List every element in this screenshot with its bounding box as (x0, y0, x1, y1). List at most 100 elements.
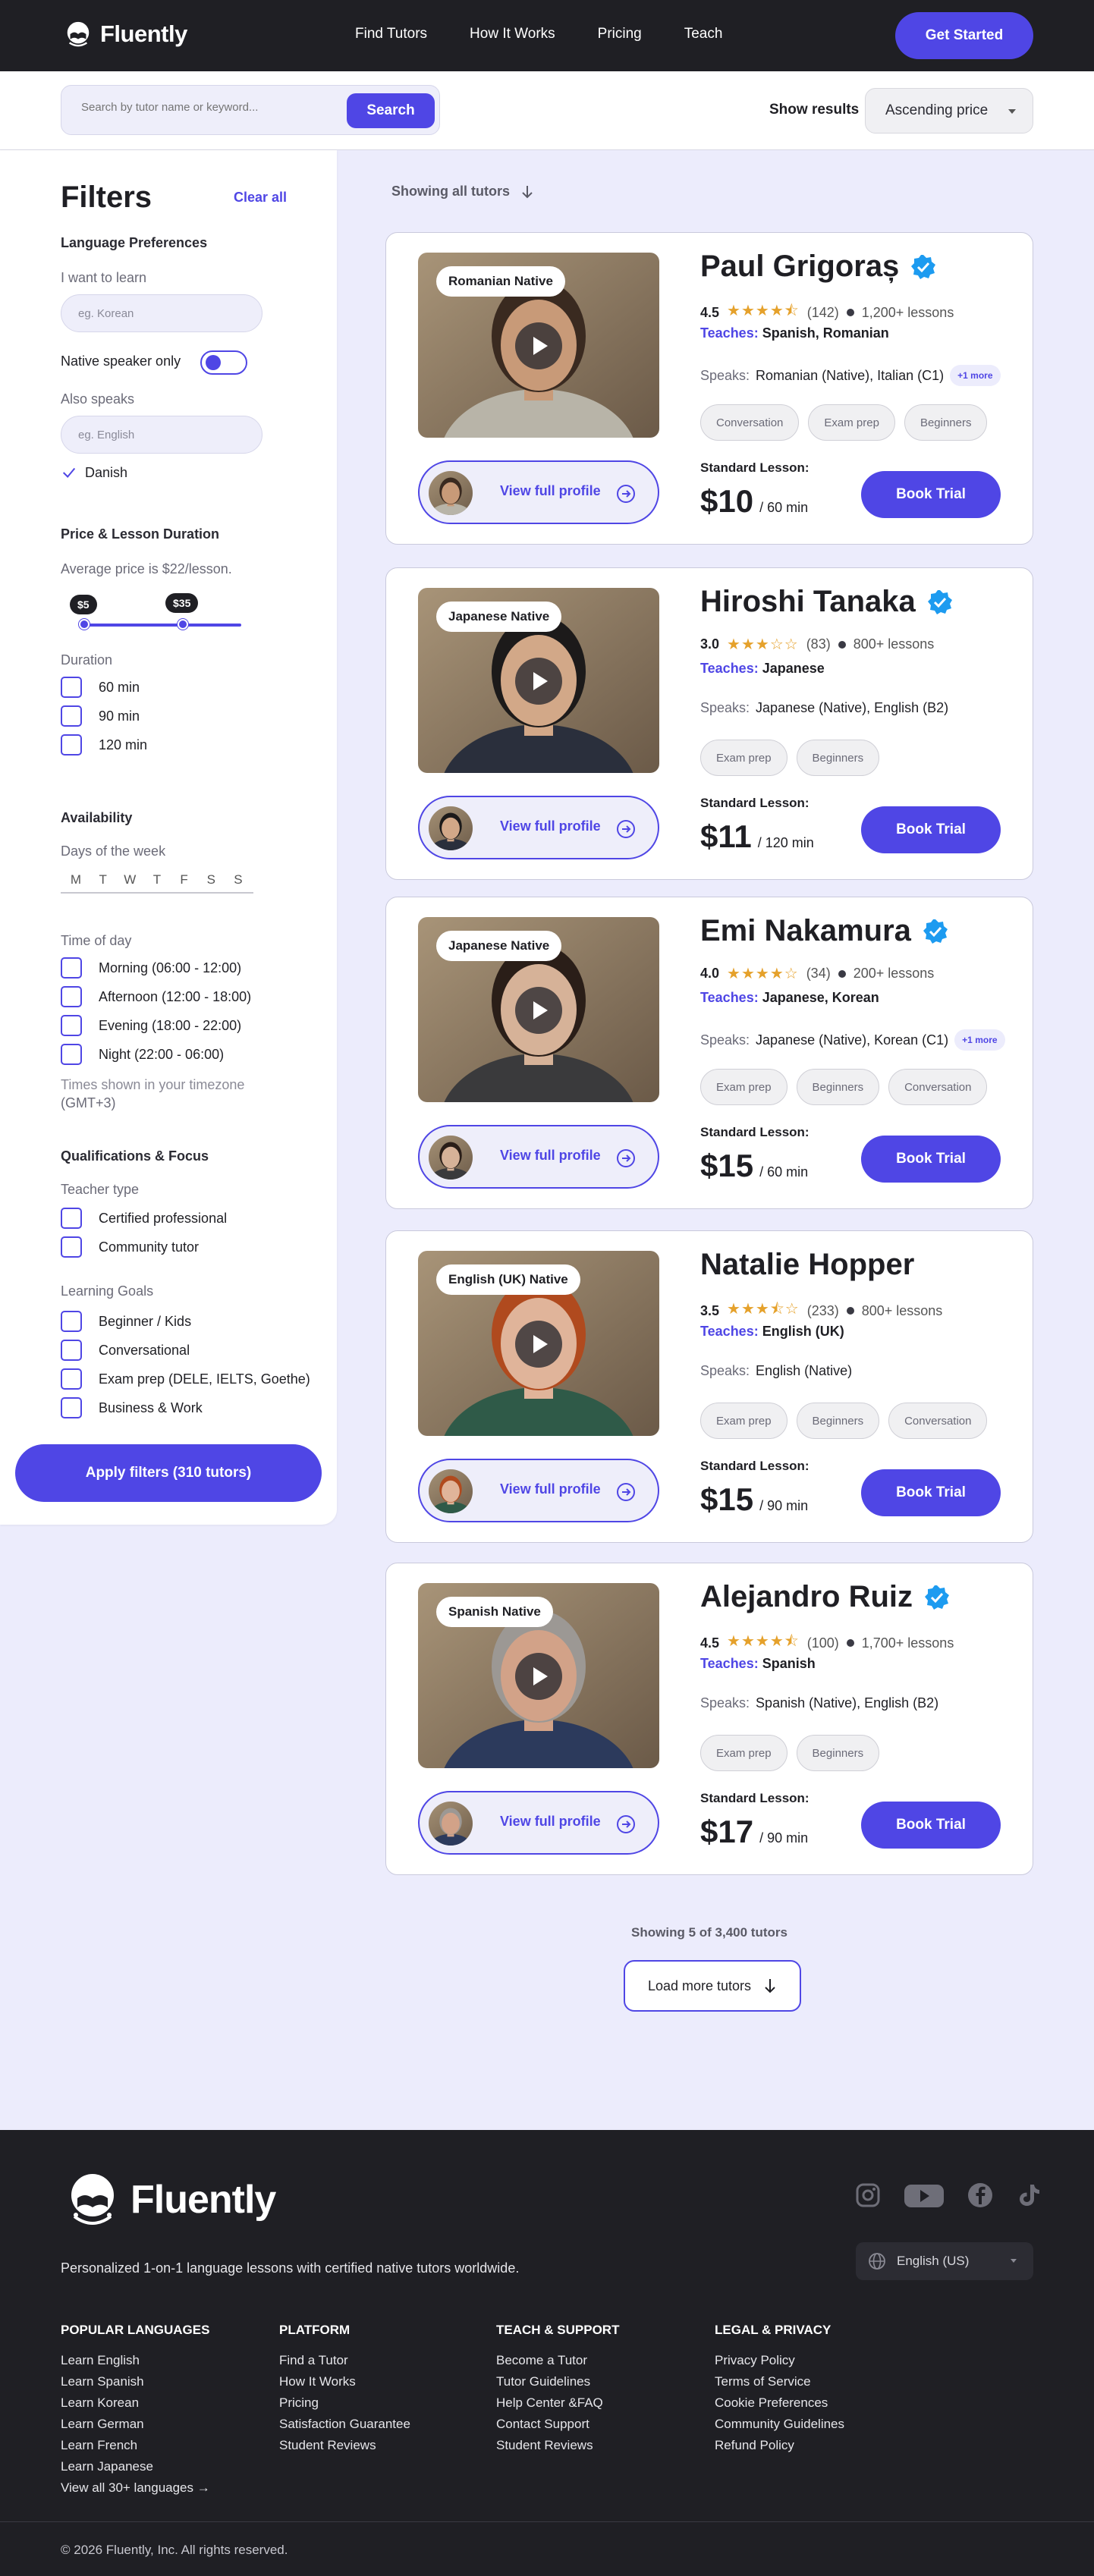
book-trial-button[interactable]: Book Trial (861, 1136, 1001, 1183)
view-profile-button[interactable]: View full profile (418, 1125, 659, 1189)
duration-option[interactable]: 120 min (61, 734, 147, 756)
tutor-name[interactable]: Paul Grigoraș (700, 250, 899, 284)
view-profile-button[interactable]: View full profile (418, 1791, 659, 1855)
footer-link[interactable]: Help Center &FAQ (496, 2395, 619, 2411)
native-only-toggle[interactable] (200, 350, 247, 375)
checkbox[interactable] (61, 677, 82, 698)
day-thu[interactable]: T (148, 872, 166, 892)
footer-link[interactable]: Learn French (61, 2438, 210, 2453)
goal-option[interactable]: Exam prep (DELE, IELTS, Goethe) (61, 1368, 310, 1390)
play-video-button[interactable] (515, 1321, 562, 1368)
book-trial-button[interactable]: Book Trial (861, 1802, 1001, 1849)
footer-link[interactable]: Terms of Service (715, 2374, 844, 2389)
language-picker[interactable]: English (US) (856, 2242, 1033, 2280)
checkbox[interactable] (61, 1340, 82, 1361)
footer-link[interactable]: Become a Tutor (496, 2353, 619, 2368)
more-languages-chip[interactable]: +1 more (950, 365, 1001, 386)
tutor-video-thumbnail[interactable]: English (UK) Native (418, 1251, 659, 1436)
checkbox[interactable] (61, 1015, 82, 1036)
footer-link[interactable]: Privacy Policy (715, 2353, 844, 2368)
footer-link[interactable]: Student Reviews (279, 2438, 410, 2453)
nav-link-teach[interactable]: Teach (684, 26, 723, 42)
footer-link[interactable]: Learn Spanish (61, 2374, 210, 2389)
view-profile-button[interactable]: View full profile (418, 460, 659, 524)
tutor-name[interactable]: Alejandro Ruiz (700, 1580, 913, 1614)
goal-option[interactable]: Beginner / Kids (61, 1311, 191, 1332)
day-tue[interactable]: T (94, 872, 112, 892)
duration-option[interactable]: 90 min (61, 705, 140, 727)
view-profile-button[interactable]: View full profile (418, 1459, 659, 1522)
tutor-name[interactable]: Hiroshi Tanaka (700, 585, 916, 619)
teacher-type-option[interactable]: Community tutor (61, 1236, 199, 1258)
also-speaks-input[interactable]: eg. English (61, 416, 262, 454)
nav-link-how-it-works[interactable]: How It Works (470, 26, 555, 42)
footer-link[interactable]: Learn Korean (61, 2395, 210, 2411)
goal-option[interactable]: Conversational (61, 1340, 190, 1361)
view-profile-button[interactable]: View full profile (418, 796, 659, 859)
play-video-button[interactable] (515, 322, 562, 369)
footer-link[interactable]: Satisfaction Guarantee (279, 2417, 410, 2432)
search-input[interactable] (81, 101, 332, 114)
nav-link-find-tutors[interactable]: Find Tutors (355, 26, 427, 42)
tutor-video-thumbnail[interactable]: Romanian Native (418, 253, 659, 438)
time-option[interactable]: Morning (06:00 - 12:00) (61, 957, 241, 979)
tutor-video-thumbnail[interactable]: Japanese Native (418, 588, 659, 773)
sort-toggle[interactable]: Showing all tutors (391, 184, 534, 199)
selected-language-item[interactable]: Danish (61, 464, 127, 481)
book-trial-button[interactable]: Book Trial (861, 806, 1001, 853)
checkbox[interactable] (61, 1311, 82, 1332)
checkbox[interactable] (61, 1044, 82, 1065)
tutor-video-thumbnail[interactable]: Spanish Native (418, 1583, 659, 1768)
duration-option[interactable]: 60 min (61, 677, 140, 698)
load-more-button[interactable]: Load more tutors (624, 1960, 801, 2012)
play-video-button[interactable] (515, 1653, 562, 1700)
play-video-button[interactable] (515, 658, 562, 705)
apply-filters-button[interactable]: Apply filters (310 tutors) (15, 1444, 322, 1502)
checkbox[interactable] (61, 705, 82, 727)
teacher-type-option[interactable]: Certified professional (61, 1208, 227, 1229)
price-max-thumb[interactable] (178, 619, 188, 630)
checkbox[interactable] (61, 1208, 82, 1229)
footer-link[interactable]: Refund Policy (715, 2438, 844, 2453)
price-slider-track[interactable] (80, 624, 241, 627)
checkbox[interactable] (61, 957, 82, 979)
footer-link[interactable]: Tutor Guidelines (496, 2374, 619, 2389)
price-min-thumb[interactable] (79, 619, 90, 630)
time-option[interactable]: Afternoon (12:00 - 18:00) (61, 986, 251, 1007)
footer-link[interactable]: Learn Japanese (61, 2459, 210, 2474)
footer-link[interactable]: Pricing (279, 2395, 410, 2411)
sort-select[interactable]: Ascending price (865, 88, 1033, 134)
footer-link[interactable]: Find a Tutor (279, 2353, 410, 2368)
day-sun[interactable]: S (229, 872, 247, 892)
day-wed[interactable]: W (121, 872, 139, 892)
youtube-icon[interactable] (903, 2182, 945, 2209)
facebook-icon[interactable] (967, 2182, 994, 2209)
time-option[interactable]: Night (22:00 - 06:00) (61, 1044, 224, 1065)
time-option[interactable]: Evening (18:00 - 22:00) (61, 1015, 241, 1036)
checkbox[interactable] (61, 734, 82, 756)
day-fri[interactable]: F (175, 872, 193, 892)
brand-logo[interactable]: Fluently (64, 20, 187, 49)
tutor-name[interactable]: Emi Nakamura (700, 914, 911, 948)
footer-link[interactable]: How It Works (279, 2374, 410, 2389)
footer-link[interactable]: Contact Support (496, 2417, 619, 2432)
checkbox[interactable] (61, 1397, 82, 1418)
checkbox[interactable] (61, 1236, 82, 1258)
goal-option[interactable]: Business & Work (61, 1397, 203, 1418)
checkbox[interactable] (61, 1368, 82, 1390)
tutor-name[interactable]: Natalie Hopper (700, 1248, 914, 1282)
get-started-button[interactable]: Get Started (895, 12, 1033, 59)
book-trial-button[interactable]: Book Trial (861, 471, 1001, 518)
play-video-button[interactable] (515, 987, 562, 1034)
tutor-video-thumbnail[interactable]: Japanese Native (418, 917, 659, 1102)
tiktok-icon[interactable] (1015, 2182, 1042, 2209)
book-trial-button[interactable]: Book Trial (861, 1469, 1001, 1516)
footer-link[interactable]: Student Reviews (496, 2438, 619, 2453)
learn-language-input[interactable]: eg. Korean (61, 294, 262, 332)
footer-brand-logo[interactable]: Fluently (64, 2169, 276, 2230)
clear-all-link[interactable]: Clear all (234, 190, 287, 206)
nav-link-pricing[interactable]: Pricing (598, 26, 642, 42)
footer-link[interactable]: Community Guidelines (715, 2417, 844, 2432)
instagram-icon[interactable] (854, 2182, 882, 2209)
footer-link[interactable]: Learn German (61, 2417, 210, 2432)
